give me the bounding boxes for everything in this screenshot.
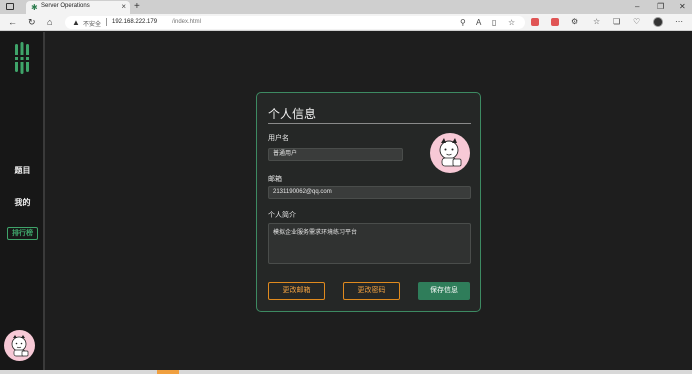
tab-favicon-icon: ✱ [31,3,38,12]
collections-icon[interactable]: ❏ [613,17,620,27]
read-aloud-icon[interactable]: A [476,18,481,28]
close-window-icon[interactable]: ✕ [679,2,686,12]
new-tab-icon[interactable]: + [134,1,140,12]
nav-item-mine[interactable]: 我的 [0,197,45,208]
back-icon[interactable]: ← [8,17,17,27]
url-separator [106,18,107,26]
address-toolbar: ← ↻ ⌂ ▲ 不安全 192.168.222.179 /index.html … [0,14,692,31]
reader-view-icon[interactable]: ▯ [492,18,496,28]
username-label: 用户名 [268,135,289,142]
favorites-icon[interactable]: ☆ [593,17,600,27]
sidebar-avatar[interactable] [4,330,35,361]
nav-item-problems[interactable]: 题目 [0,165,45,176]
change-password-button[interactable]: 更改密码 [343,282,400,300]
more-menu-icon[interactable]: ⋯ [675,17,683,27]
app-logo-icon [13,42,31,74]
taskbar [0,370,692,374]
warning-icon: ▲ [72,18,80,27]
profile-avatar-image[interactable] [430,133,470,173]
browser-tab-bar: ✱ Server Operations × + – ❐ ✕ [0,0,692,14]
favorite-add-icon[interactable]: ☆ [508,18,515,28]
search-icon[interactable]: ⚲ [460,18,466,28]
bio-label: 个人简介 [268,212,296,219]
extension-red-icon-2[interactable] [551,18,559,26]
title-divider [268,123,471,124]
profile-card: 个人信息 用户名 普通用户 邮箱 2131190062@qq.com 个人简介 … [256,92,481,312]
taskbar-app-icon[interactable] [157,370,179,374]
address-bar[interactable]: ▲ 不安全 192.168.222.179 /index.html ⚲ A ▯ … [65,16,525,29]
minimize-icon[interactable]: – [635,2,639,12]
url-host: 192.168.222.179 [112,19,158,25]
cartoon-avatar-icon [11,335,29,357]
change-email-button[interactable]: 更改邮箱 [268,282,325,300]
maximize-icon[interactable]: ❐ [657,2,664,12]
tab-close-icon[interactable]: × [121,2,126,12]
nav-item-leaderboard[interactable]: 排行榜 [7,227,38,240]
home-icon[interactable]: ⌂ [47,17,52,27]
bio-textarea[interactable]: 模拟企业服务需求环境练习平台 [268,223,471,264]
sidebar-toggle-icon[interactable] [6,3,14,10]
security-label: 不安全 [83,22,102,28]
extension-red-icon[interactable] [531,18,539,26]
email-field[interactable]: 2131190062@qq.com [268,186,471,199]
url-path: /index.html [172,19,202,25]
username-field[interactable]: 普通用户 [268,148,403,161]
extensions-icon[interactable]: ⚙ [571,17,578,27]
page-title: 个人信息 [268,107,317,121]
email-label: 邮箱 [268,176,282,183]
refresh-icon[interactable]: ↻ [28,17,36,27]
browser-essentials-icon[interactable]: ♡ [633,17,640,27]
browser-tab[interactable]: ✱ Server Operations × [26,1,130,14]
main-content: 个人信息 用户名 普通用户 邮箱 2131190062@qq.com 个人简介 … [47,32,692,370]
profile-avatar[interactable] [653,17,663,27]
cartoon-avatar-icon [439,138,462,167]
app-sidebar: 题目 我的 排行榜 [0,32,45,370]
tab-title: Server Operations [41,3,90,9]
save-button[interactable]: 保存信息 [418,282,470,300]
